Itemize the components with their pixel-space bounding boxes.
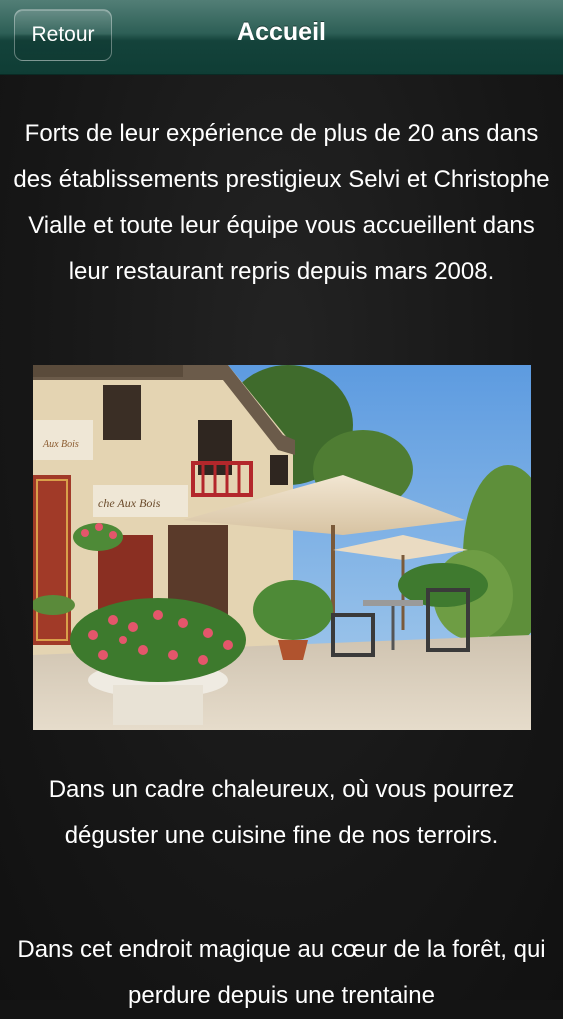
page-title: Accueil — [237, 18, 326, 46]
svg-text:che Aux Bois: che Aux Bois — [98, 496, 161, 510]
restaurant-terrace-photo: Aux Bois che Aux Bois — [33, 365, 531, 730]
svg-text:Aux Bois: Aux Bois — [42, 439, 79, 450]
third-paragraph: Dans cet endroit magique au cœur de la f… — [17, 936, 546, 1009]
navigation-bar: Retour Accueil — [0, 0, 563, 75]
main-content[interactable]: Forts de leur expérience de plus de 20 a… — [0, 75, 563, 1009]
intro-paragraph: Forts de leur expérience de plus de 20 a… — [13, 120, 550, 285]
second-paragraph: Dans un cadre chaleureux, où vous pourre… — [48, 776, 515, 849]
